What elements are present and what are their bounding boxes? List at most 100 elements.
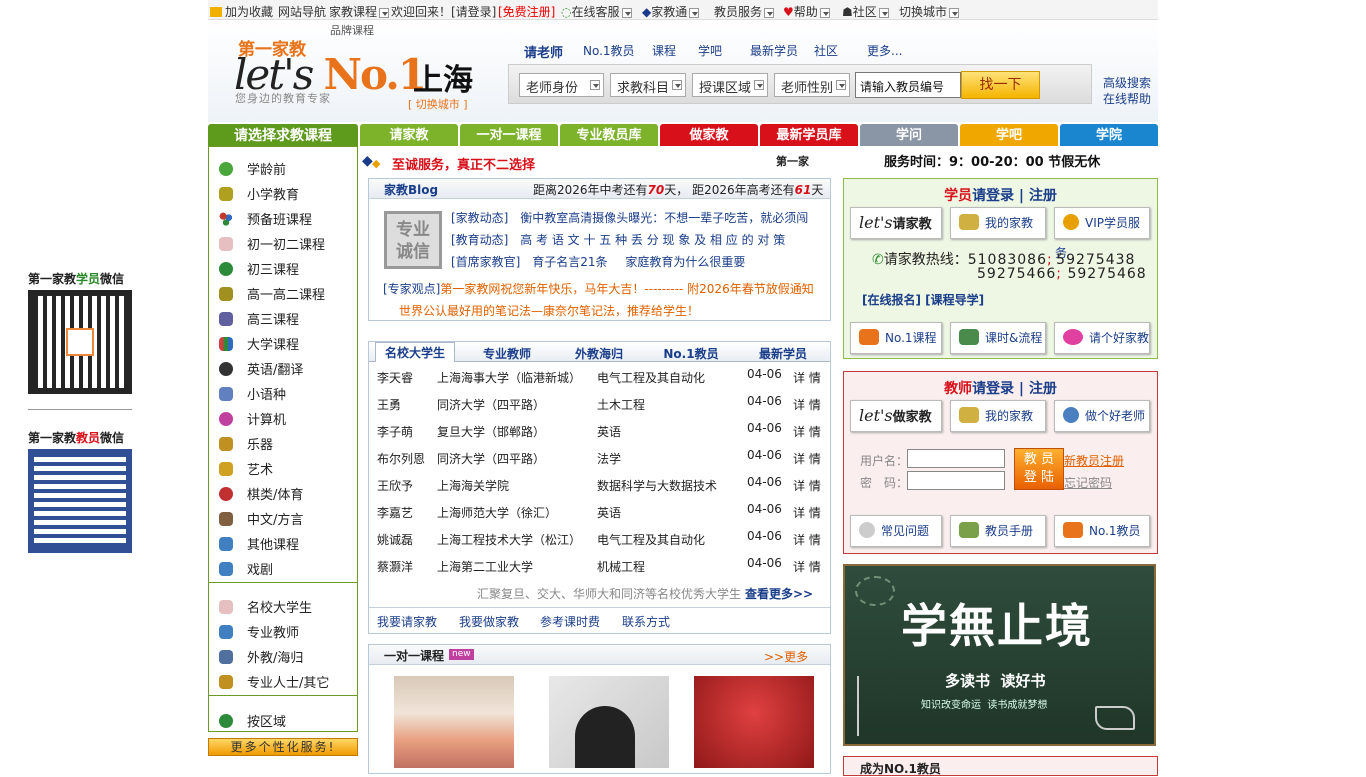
forgot-password-link[interactable]: 忘记密码 [1064,474,1112,491]
city-switch-link[interactable]: [ 切换城市 ] [408,96,468,112]
tab-foreign[interactable]: 外教海归 [561,345,637,362]
my-tutoring-button[interactable]: 我的家教 [950,400,1046,432]
tab-elite-students[interactable]: 名校大学生 [375,342,455,362]
more-services-button[interactable]: 更多个性化服务! [208,738,358,756]
password-input[interactable] [907,471,1005,490]
table-row[interactable]: 王欣予 上海海关学院 数据科学与大数据技术 04-06 详 情 [377,475,822,499]
teacher-type-other[interactable]: 专业人士/其它 [219,672,329,691]
faq-button[interactable]: 常见问题 [850,515,942,547]
detail-link[interactable]: 详 情 [793,558,821,575]
tab-teacher-library[interactable]: 专业教员库 [560,124,658,146]
detail-link[interactable]: 详 情 [793,477,821,494]
be-tutor-button[interactable]: let's做家教 [850,400,942,432]
view-more-link[interactable]: 查看更多>> [745,585,813,602]
site-nav-link[interactable]: 网站导航 [278,3,326,20]
table-row[interactable]: 李天睿 上海海事大学（临港新城） 电气工程及其自动化 04-06 详 情 [377,367,822,391]
table-row[interactable]: 李嘉艺 上海师范大学（徐汇） 英语 04-06 详 情 [377,502,822,526]
expert-view-2[interactable]: 世界公认最好用的笔记法—康奈尔笔记法，推荐给学生！ [399,302,699,319]
nav-more[interactable]: 更多... [867,42,902,59]
search-button[interactable]: 找一下 [961,71,1040,99]
my-tutor-button[interactable]: 我的家教 [950,207,1046,239]
tab-hire-tutor[interactable]: 请家教 [360,124,458,146]
category-grade7-8[interactable]: 初一初二课程 [219,234,325,253]
category-primary[interactable]: 小学教育 [219,184,299,203]
table-row[interactable]: 蔡灏洋 上海第二工业大学 机械工程 04-06 详 情 [377,556,822,580]
tab-xueba[interactable]: 学吧 [960,124,1058,146]
blog-item[interactable]: [家教动态] 衡中教室高清摄像头曝光：不想一辈子吃苦，就必须闯 [451,209,808,226]
teacher-identity-select[interactable]: 老师身份 [519,73,604,97]
table-row[interactable]: 李子萌 复旦大学（邯郸路） 英语 04-06 详 情 [377,421,822,445]
login-link[interactable]: 请登录 [972,381,1014,397]
link-hire-tutor[interactable]: 我要请家教 [377,613,437,630]
teacher-type-student[interactable]: 名校大学生 [219,597,312,616]
student-quick-links[interactable]: [在线报名] [课程导学] [862,291,984,308]
expert-view[interactable]: [专家观点]第一家教网祝您新年快乐，马年大吉！--------- 附2026年春… [383,280,814,297]
tab-be-tutor[interactable]: 做家教 [660,124,758,146]
table-row[interactable]: 布尔列恩 同济大学（四平路） 法学 04-06 详 情 [377,448,822,472]
blog-item[interactable]: [首席家教官] 育子名言21条 家庭教育为什么很重要 [451,253,745,270]
category-preschool[interactable]: 学龄前 [219,159,286,178]
register-link[interactable]: 注册 [1029,188,1057,204]
detail-link[interactable]: 详 情 [793,531,821,548]
nav-no1-teacher[interactable]: No.1教员 [583,42,635,59]
nav-newest-students[interactable]: 最新学员 [750,42,798,59]
teacher-login-button[interactable]: 教 员登 陆 [1014,448,1064,490]
category-chinese[interactable]: 中文/方言 [219,509,303,528]
subject-select[interactable]: 求教科目 [610,73,686,97]
detail-link[interactable]: 详 情 [793,423,821,440]
tab-new-students[interactable]: 最新学员 [745,345,821,362]
gender-select[interactable]: 老师性别 [774,73,850,97]
link-contact[interactable]: 联系方式 [622,613,670,630]
area-select[interactable]: 授课区域 [692,73,768,97]
category-grade12[interactable]: 高三课程 [219,309,299,328]
help-menu[interactable]: ♥帮助 [783,3,830,20]
course-image-student[interactable] [394,676,514,768]
category-minor-language[interactable]: 小语种 [219,384,286,403]
by-area-link[interactable]: 按区域 [219,711,286,730]
login-link[interactable]: 请登录 [972,188,1014,204]
detail-link[interactable]: 详 情 [793,396,821,413]
course-image-dance[interactable] [694,676,814,768]
teacher-id-input[interactable]: 请输入教员编号 [855,72,961,98]
category-computer[interactable]: 计算机 [219,409,286,428]
nav-qing-laoshi[interactable]: 请老师 [524,42,563,61]
teacher-type-foreign[interactable]: 外教/海归 [219,647,303,666]
login-link[interactable]: [请登录] [451,3,496,20]
register-link[interactable]: 注册 [1029,381,1057,397]
study-ad-banner[interactable]: 学無止境 多读书 读好书 知识改变命运 读书成就梦想 [843,564,1156,746]
category-art[interactable]: 艺术 [219,459,273,478]
teacher-handbook-button[interactable]: 教员手册 [950,515,1046,547]
course-image-math[interactable] [549,676,669,768]
detail-link[interactable]: 详 情 [793,369,821,386]
jiajiaotong-menu[interactable]: ◆家教通 [642,3,700,20]
category-prep[interactable]: 预备班课程 [219,209,312,228]
username-input[interactable] [907,449,1005,468]
good-teacher-button[interactable]: 做个好老师 [1054,400,1150,432]
good-tutor-button[interactable]: 请个好家教 [1054,322,1150,354]
category-grade9[interactable]: 初三课程 [219,259,299,278]
hire-tutor-button[interactable]: let's请家教 [850,207,942,239]
nav-course[interactable]: 课程 [652,42,676,59]
tab-xuewen[interactable]: 学问 [860,124,958,146]
detail-link[interactable]: 详 情 [793,450,821,467]
online-help-link[interactable]: 在线帮助 [1103,90,1151,107]
teacher-type-professional[interactable]: 专业教师 [219,622,299,641]
tab-one-on-one[interactable]: 一对一课程 [460,124,558,146]
table-row[interactable]: 王勇 同济大学（四平路） 土木工程 04-06 详 情 [377,394,822,418]
category-music[interactable]: 乐器 [219,434,273,453]
link-fees[interactable]: 参考课时费 [540,613,600,630]
category-english[interactable]: 英语/翻译 [219,359,303,378]
switch-city-menu[interactable]: 切换城市 [899,3,960,20]
bookmark-link[interactable]: 加为收藏 [210,3,273,20]
nav-xueba[interactable]: 学吧 [698,42,722,59]
table-row[interactable]: 姚诚磊 上海工程技术大学（松江） 电气工程及其自动化 04-06 详 情 [377,529,822,553]
nav-community[interactable]: 社区 [814,42,838,59]
tab-choose-course[interactable]: 请选择求教课程 [208,124,358,146]
community-menu[interactable]: ☗社区 [842,3,889,20]
category-chess-sport[interactable]: 棋类/体育 [219,484,303,503]
course-menu[interactable]: 家教课程 [329,3,390,20]
more-link[interactable]: >>更多 [764,648,808,665]
no1-course-button[interactable]: No.1课程 [850,322,942,354]
tab-no1-teachers[interactable]: No.1教员 [653,345,729,362]
detail-link[interactable]: 详 情 [793,504,821,521]
